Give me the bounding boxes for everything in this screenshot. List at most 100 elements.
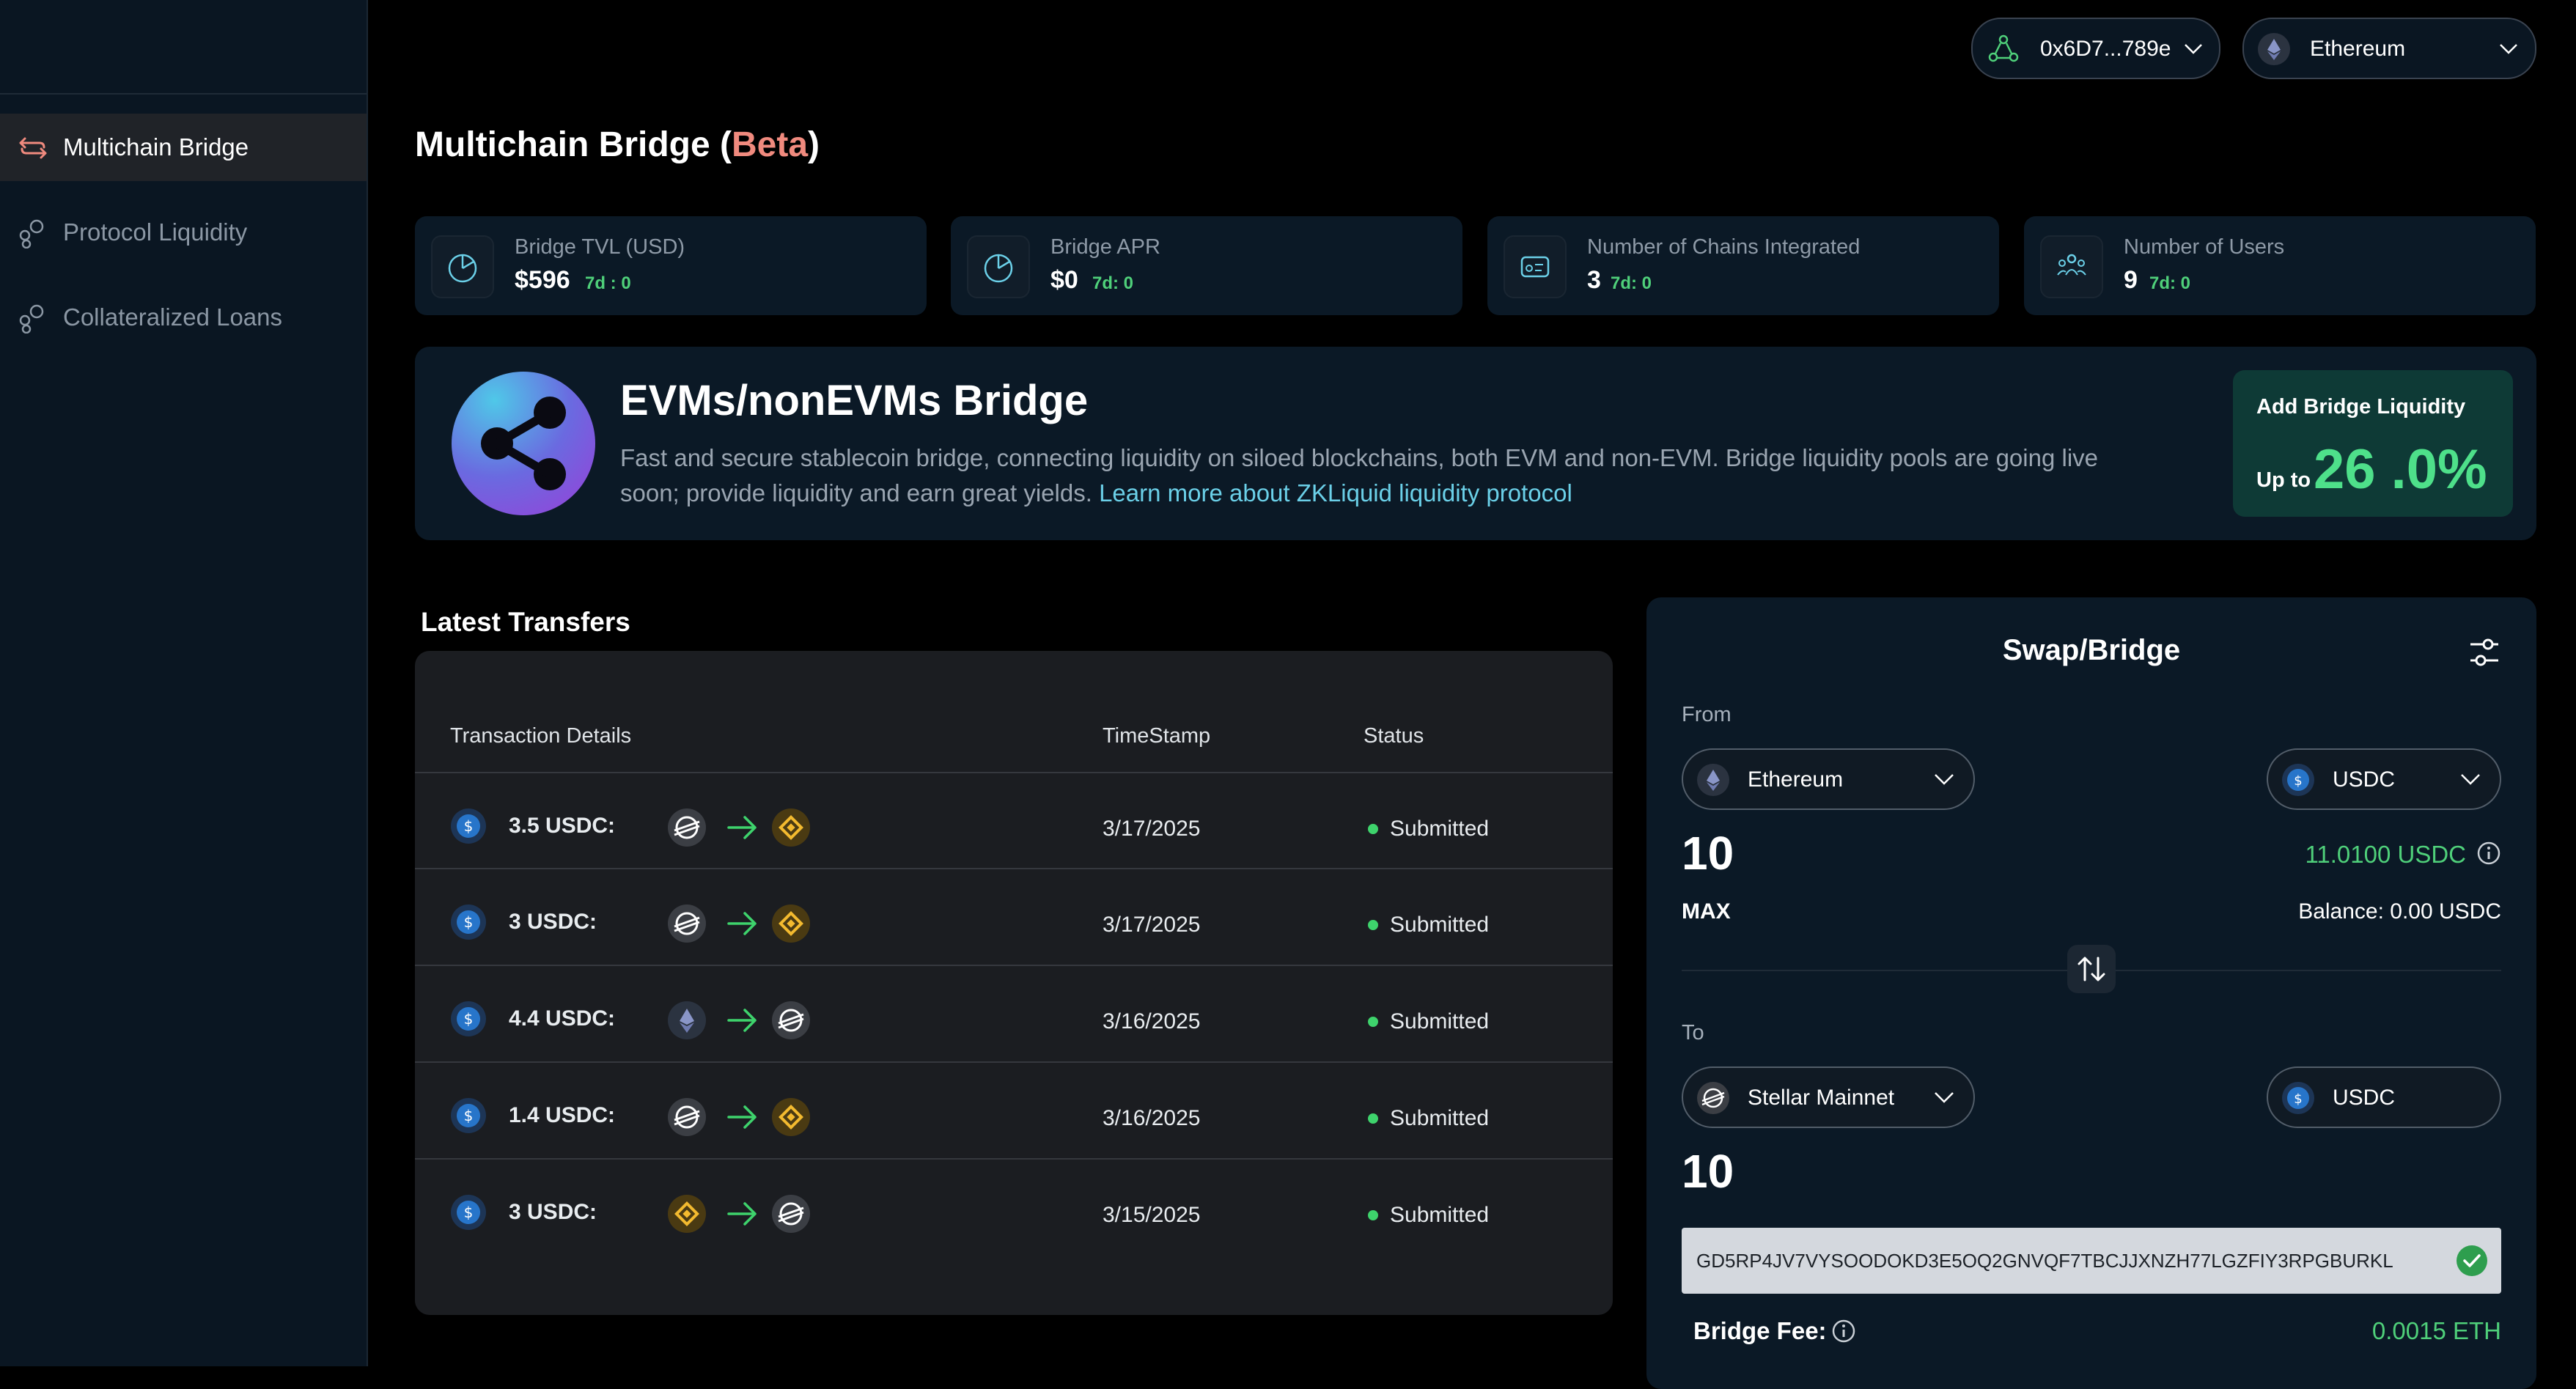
info-icon[interactable] bbox=[1831, 1319, 1856, 1344]
network-label: Ethereum bbox=[2310, 37, 2406, 61]
liquidity-value: 26 .0% bbox=[2314, 438, 2487, 501]
stat-card-users: Number of Users 9 7d: 0 bbox=[2024, 216, 2536, 315]
transfer-timestamp: 3/17/2025 bbox=[1103, 817, 1201, 841]
from-amount-input[interactable]: 10 bbox=[1682, 826, 1734, 880]
table-row[interactable]: $ 4.4 USDC: 3/16/2025 Submitted bbox=[415, 965, 1613, 1061]
stat-card-apr: Bridge APR $0 7d: 0 bbox=[951, 216, 1462, 315]
bridge-banner: EVMs/nonEVMs Bridge Fast and secure stab… bbox=[415, 347, 2536, 540]
usdc-icon: $ bbox=[2282, 764, 2314, 796]
ethereum-icon bbox=[2258, 33, 2290, 65]
status-dot bbox=[1368, 1210, 1378, 1220]
stat-label: Bridge TVL (USD) bbox=[515, 235, 685, 259]
svg-text:$: $ bbox=[464, 1010, 474, 1028]
stat-change: 7d : 0 bbox=[585, 273, 631, 293]
sidebar-item-protocol-liquidity[interactable]: Protocol Liquidity bbox=[0, 199, 367, 266]
chains-icon bbox=[1504, 235, 1567, 298]
bnb-icon bbox=[772, 904, 810, 943]
status-dot bbox=[1368, 1017, 1378, 1027]
status-badge: Submitted bbox=[1390, 913, 1490, 937]
stat-value: 3 bbox=[1587, 266, 1601, 294]
table-row[interactable]: $ 3 USDC: 3/15/2025 Submitted bbox=[415, 1159, 1613, 1254]
info-icon[interactable] bbox=[2476, 841, 2501, 866]
nodes-icon bbox=[19, 219, 44, 248]
wallet-network-icon bbox=[1988, 34, 2019, 62]
share-icon bbox=[452, 372, 595, 515]
users-icon bbox=[2040, 235, 2103, 298]
swap-title: Swap/Bridge bbox=[2002, 634, 2181, 666]
settings-sliders-icon[interactable] bbox=[2466, 634, 2503, 671]
sidebar-item-multichain-bridge[interactable]: Multichain Bridge bbox=[0, 114, 367, 181]
sidebar-item-label: Multichain Bridge bbox=[63, 133, 249, 161]
table-row[interactable]: $ 1.4 USDC: 3/16/2025 Submitted bbox=[415, 1062, 1613, 1157]
svg-text:$: $ bbox=[2294, 773, 2302, 789]
status-badge: Submitted bbox=[1390, 817, 1490, 841]
ethereum-icon bbox=[1697, 764, 1729, 796]
usdc-icon: $ bbox=[451, 1098, 486, 1133]
chevron-down-icon bbox=[2500, 44, 2517, 54]
status-badge: Submitted bbox=[1390, 1203, 1490, 1227]
from-chain-label: Ethereum bbox=[1748, 767, 1844, 792]
stat-change: 7d: 0 bbox=[1092, 273, 1134, 293]
to-amount: 10 bbox=[1682, 1145, 1734, 1198]
status-dot bbox=[1368, 824, 1378, 834]
chevron-down-icon bbox=[1935, 774, 1954, 785]
to-token-label: USDC bbox=[2333, 1086, 2396, 1110]
swap-direction-button[interactable] bbox=[2067, 945, 2116, 993]
transfers-table: Transaction Details TimeStamp Status $ 3… bbox=[415, 651, 1613, 1315]
from-token-select[interactable]: $ USDC bbox=[2267, 748, 2501, 810]
stat-value: 9 bbox=[2124, 266, 2138, 294]
stellar-icon bbox=[1697, 1082, 1729, 1114]
ethereum-icon bbox=[668, 1001, 706, 1039]
learn-more-link[interactable]: Learn more about ZKLiquid liquidity prot… bbox=[1099, 479, 1572, 506]
status-badge: Submitted bbox=[1390, 1106, 1490, 1130]
banner-description: Fast and secure stablecoin bridge, conne… bbox=[620, 441, 2160, 511]
to-token-select[interactable]: $ USDC bbox=[2267, 1066, 2501, 1128]
table-row[interactable]: $ 3 USDC: 3/17/2025 Submitted bbox=[415, 869, 1613, 964]
stat-change: 7d: 0 bbox=[2149, 273, 2191, 293]
transfer-amount: 3.5 USDC: bbox=[509, 814, 616, 838]
stat-change: 7d: 0 bbox=[1611, 273, 1652, 293]
beta-label: Beta bbox=[732, 125, 809, 164]
wallet-button[interactable]: 0x6D7...789e bbox=[1971, 18, 2220, 79]
transfer-timestamp: 3/15/2025 bbox=[1103, 1203, 1201, 1227]
stat-label: Bridge APR bbox=[1050, 235, 1160, 259]
stat-card-chains: Number of Chains Integrated 3 7d: 0 bbox=[1487, 216, 1999, 315]
pie-chart-icon bbox=[967, 235, 1030, 298]
usdc-icon: $ bbox=[451, 1195, 486, 1230]
liquidity-title: Add Bridge Liquidity bbox=[2256, 395, 2466, 419]
arrow-right-icon bbox=[727, 1202, 757, 1226]
usdc-icon: $ bbox=[451, 904, 486, 940]
add-bridge-liquidity-card[interactable]: Add Bridge Liquidity Up to 26 .0% bbox=[2233, 370, 2513, 517]
network-select[interactable]: Ethereum bbox=[2242, 18, 2536, 79]
bridge-fee-value: 0.0015 ETH bbox=[2371, 1317, 2501, 1344]
sidebar-item-label: Protocol Liquidity bbox=[63, 218, 248, 246]
column-header: TimeStamp bbox=[1103, 724, 1211, 748]
sidebar-item-label: Collateralized Loans bbox=[63, 303, 283, 331]
status-dot bbox=[1368, 1113, 1378, 1124]
arrow-right-icon bbox=[727, 1009, 757, 1032]
from-chain-select[interactable]: Ethereum bbox=[1682, 748, 1975, 810]
stat-value: $0 bbox=[1050, 266, 1078, 294]
stellar-icon bbox=[668, 904, 706, 943]
wallet-address: 0x6D7...789e bbox=[2040, 37, 2171, 61]
bridge-icon bbox=[19, 137, 47, 159]
liquidity-prefix: Up to bbox=[2256, 468, 2311, 492]
status-badge: Submitted bbox=[1390, 1009, 1490, 1034]
arrow-right-icon bbox=[727, 912, 757, 935]
transfer-timestamp: 3/16/2025 bbox=[1103, 1106, 1201, 1130]
svg-text:$: $ bbox=[464, 913, 474, 931]
transfer-amount: 3 USDC: bbox=[509, 910, 597, 934]
destination-address-field[interactable]: GD5RP4JV7VYSOODOKD3E5OQ2GNVQF7TBCJJXNZH7… bbox=[1682, 1228, 2501, 1294]
sidebar-item-collateralized-loans[interactable]: Collateralized Loans bbox=[0, 284, 367, 351]
stat-label: Number of Chains Integrated bbox=[1587, 235, 1861, 259]
max-button[interactable]: MAX bbox=[1682, 899, 1731, 924]
to-chain-label: Stellar Mainnet bbox=[1748, 1086, 1895, 1110]
chevron-down-icon bbox=[2461, 774, 2480, 785]
transfer-timestamp: 3/17/2025 bbox=[1103, 913, 1201, 937]
from-label: From bbox=[1682, 703, 1732, 726]
transfer-timestamp: 3/16/2025 bbox=[1103, 1009, 1201, 1034]
table-row[interactable]: $ 3.5 USDC: 3/17/2025 Submitted bbox=[415, 773, 1613, 868]
usdc-icon: $ bbox=[2282, 1082, 2314, 1114]
chevron-down-icon bbox=[1935, 1092, 1954, 1103]
to-chain-select[interactable]: Stellar Mainnet bbox=[1682, 1066, 1975, 1128]
